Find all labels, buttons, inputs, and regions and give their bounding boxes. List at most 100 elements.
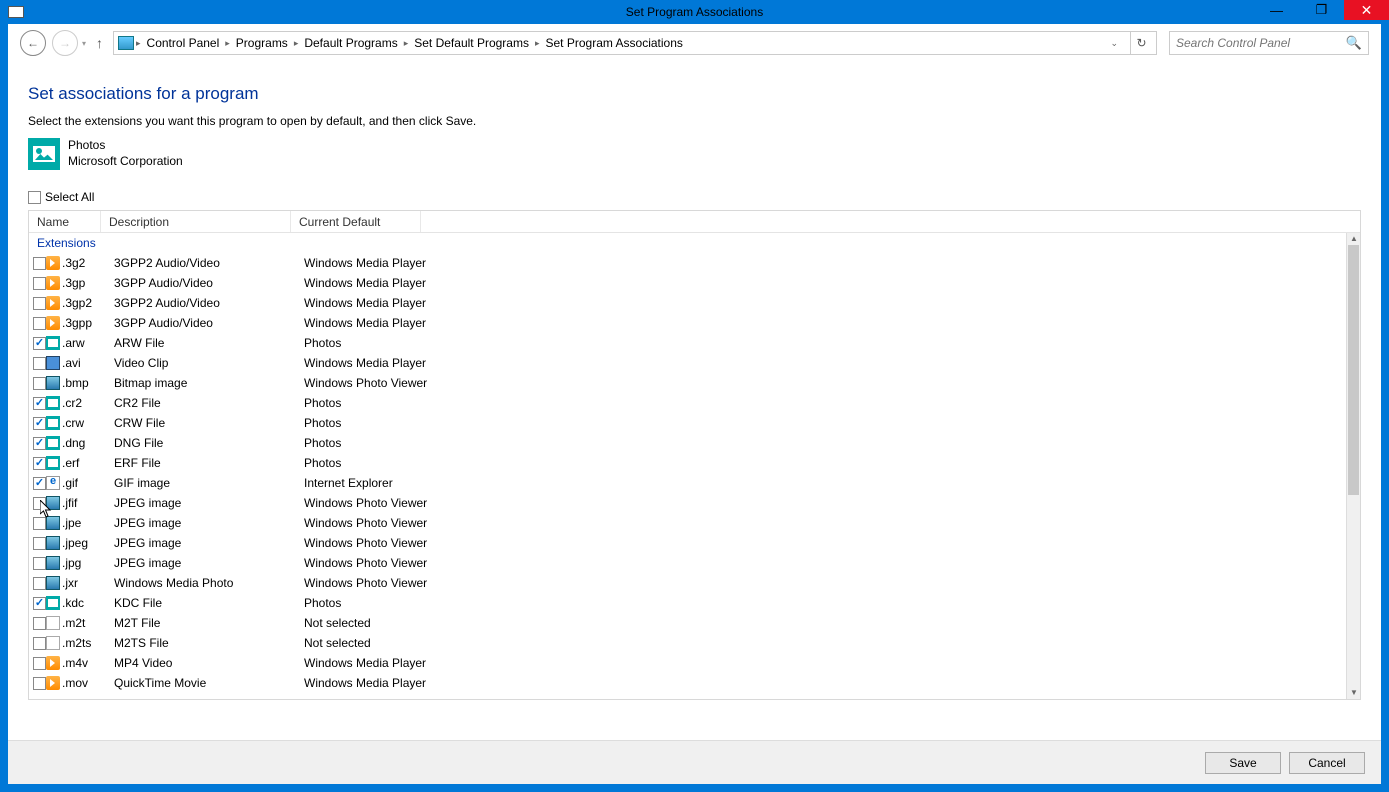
chevron-right-icon[interactable]: ▸: [294, 38, 299, 49]
table-row[interactable]: .jxrWindows Media PhotoWindows Photo Vie…: [29, 573, 1346, 593]
cancel-button[interactable]: Cancel: [1289, 752, 1365, 774]
client-area: ← → ▾ ↑ ▸ Control Panel ▸ Programs ▸ Def…: [8, 24, 1381, 784]
forward-button[interactable]: →: [52, 30, 78, 56]
table-row[interactable]: .cr2CR2 FilePhotos: [29, 393, 1346, 413]
row-checkbox[interactable]: [33, 477, 46, 490]
extension-name: .avi: [62, 356, 81, 370]
table-row[interactable]: .m2tsM2TS FileNot selected: [29, 633, 1346, 653]
extension-description: Windows Media Photo: [114, 576, 304, 590]
current-default: Windows Media Player: [304, 316, 1346, 330]
breadcrumb-item[interactable]: Set Program Associations: [542, 36, 687, 50]
address-bar[interactable]: ▸ Control Panel ▸ Programs ▸ Default Pro…: [113, 31, 1157, 55]
table-row[interactable]: .3gp23GPP2 Audio/VideoWindows Media Play…: [29, 293, 1346, 313]
table-row[interactable]: .m2tM2T FileNot selected: [29, 613, 1346, 633]
row-checkbox[interactable]: [33, 557, 46, 570]
group-header-extensions[interactable]: Extensions: [29, 233, 1346, 253]
row-checkbox[interactable]: [33, 457, 46, 470]
row-checkbox[interactable]: [33, 437, 46, 450]
breadcrumb-item[interactable]: Default Programs: [300, 36, 401, 50]
row-checkbox[interactable]: [33, 597, 46, 610]
column-header-description[interactable]: Description: [101, 211, 291, 232]
scroll-down-icon[interactable]: ▼: [1347, 687, 1361, 699]
row-checkbox[interactable]: [33, 617, 46, 630]
breadcrumb-item[interactable]: Set Default Programs: [410, 36, 533, 50]
extensions-table: Name Description Current Default Extensi…: [28, 210, 1361, 700]
minimize-button[interactable]: —: [1254, 0, 1299, 20]
previous-locations-dropdown[interactable]: ⌄: [1104, 38, 1124, 49]
row-checkbox[interactable]: [33, 377, 46, 390]
titlebar[interactable]: Set Program Associations — ❐ ✕: [0, 0, 1389, 24]
row-checkbox[interactable]: [33, 677, 46, 690]
select-all-checkbox[interactable]: [28, 191, 41, 204]
row-checkbox[interactable]: [33, 577, 46, 590]
select-all-row: Select All: [28, 190, 1361, 204]
app-system-icon: [8, 6, 24, 18]
extension-name: .jfif: [62, 496, 77, 510]
extension-name: .3gp: [62, 276, 85, 290]
breadcrumb-item[interactable]: Programs: [232, 36, 292, 50]
scroll-up-icon[interactable]: ▲: [1347, 233, 1361, 245]
extension-name: .arw: [62, 336, 85, 350]
table-row[interactable]: .aviVideo ClipWindows Media Player: [29, 353, 1346, 373]
row-checkbox[interactable]: [33, 517, 46, 530]
filetype-icon: [46, 336, 60, 350]
vertical-scrollbar[interactable]: ▲ ▼: [1346, 233, 1360, 699]
row-checkbox[interactable]: [33, 537, 46, 550]
row-checkbox[interactable]: [33, 417, 46, 430]
search-input[interactable]: [1176, 36, 1346, 50]
row-checkbox[interactable]: [33, 657, 46, 670]
row-checkbox[interactable]: [33, 297, 46, 310]
row-checkbox[interactable]: [33, 257, 46, 270]
table-row[interactable]: .m4vMP4 VideoWindows Media Player: [29, 653, 1346, 673]
row-checkbox[interactable]: [33, 277, 46, 290]
close-button[interactable]: ✕: [1344, 0, 1389, 20]
page-title: Set associations for a program: [28, 84, 1361, 104]
column-header-current-default[interactable]: Current Default: [291, 211, 421, 232]
current-default: Windows Photo Viewer: [304, 496, 1346, 510]
search-icon[interactable]: 🔍: [1346, 35, 1362, 51]
search-box[interactable]: 🔍: [1169, 31, 1369, 55]
row-checkbox[interactable]: [33, 497, 46, 510]
extension-name: .erf: [62, 456, 79, 470]
chevron-right-icon[interactable]: ▸: [535, 38, 540, 49]
scroll-thumb[interactable]: [1348, 245, 1359, 495]
filetype-icon: [46, 296, 60, 310]
table-row[interactable]: .3g23GPP2 Audio/VideoWindows Media Playe…: [29, 253, 1346, 273]
chevron-right-icon[interactable]: ▸: [225, 38, 230, 49]
table-row[interactable]: .dngDNG FilePhotos: [29, 433, 1346, 453]
recent-locations-dropdown[interactable]: ▾: [82, 39, 86, 48]
row-checkbox[interactable]: [33, 637, 46, 650]
extension-description: DNG File: [114, 436, 304, 450]
back-button[interactable]: ←: [20, 30, 46, 56]
row-checkbox[interactable]: [33, 337, 46, 350]
maximize-button[interactable]: ❐: [1299, 0, 1344, 20]
table-row[interactable]: .jpegJPEG imageWindows Photo Viewer: [29, 533, 1346, 553]
row-checkbox[interactable]: [33, 357, 46, 370]
chevron-right-icon[interactable]: ▸: [404, 38, 409, 49]
table-row[interactable]: .3gpp3GPP Audio/VideoWindows Media Playe…: [29, 313, 1346, 333]
table-row[interactable]: .3gp3GPP Audio/VideoWindows Media Player: [29, 273, 1346, 293]
row-checkbox[interactable]: [33, 317, 46, 330]
column-header-name[interactable]: Name: [29, 211, 101, 232]
table-row[interactable]: .crwCRW FilePhotos: [29, 413, 1346, 433]
extension-name: .dng: [62, 436, 85, 450]
current-default: Windows Media Player: [304, 276, 1346, 290]
table-row[interactable]: .kdcKDC FilePhotos: [29, 593, 1346, 613]
table-row[interactable]: .jpgJPEG imageWindows Photo Viewer: [29, 553, 1346, 573]
breadcrumb-item[interactable]: Control Panel: [143, 36, 224, 50]
table-row[interactable]: .gifGIF imageInternet Explorer: [29, 473, 1346, 493]
refresh-button[interactable]: ↻: [1130, 32, 1152, 54]
table-row[interactable]: .bmpBitmap imageWindows Photo Viewer: [29, 373, 1346, 393]
extension-description: 3GPP2 Audio/Video: [114, 296, 304, 310]
table-row[interactable]: .arwARW FilePhotos: [29, 333, 1346, 353]
chevron-right-icon[interactable]: ▸: [136, 38, 141, 49]
row-checkbox[interactable]: [33, 397, 46, 410]
save-button[interactable]: Save: [1205, 752, 1281, 774]
filetype-icon: [46, 316, 60, 330]
sort-indicator-icon: [71, 219, 79, 224]
table-row[interactable]: .movQuickTime MovieWindows Media Player: [29, 673, 1346, 693]
up-button[interactable]: ↑: [96, 35, 103, 51]
table-row[interactable]: .erfERF FilePhotos: [29, 453, 1346, 473]
table-row[interactable]: .jfifJPEG imageWindows Photo Viewer: [29, 493, 1346, 513]
table-row[interactable]: .jpeJPEG imageWindows Photo Viewer: [29, 513, 1346, 533]
